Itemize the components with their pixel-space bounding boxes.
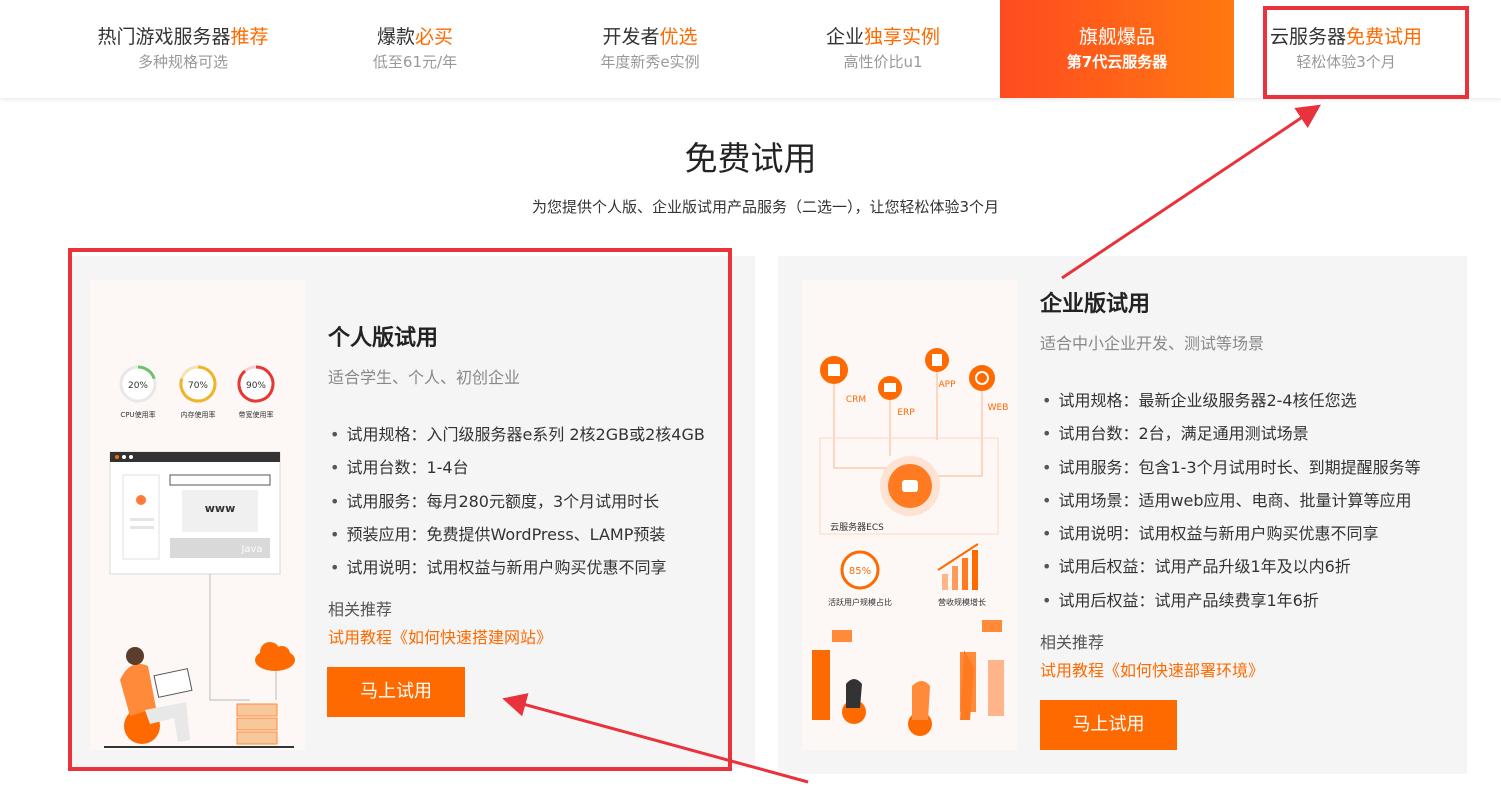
annotation-arrows (502, 104, 1321, 784)
annotation-arrow-to-nav (1061, 104, 1321, 280)
annotation-arrow-to-button (502, 693, 809, 784)
